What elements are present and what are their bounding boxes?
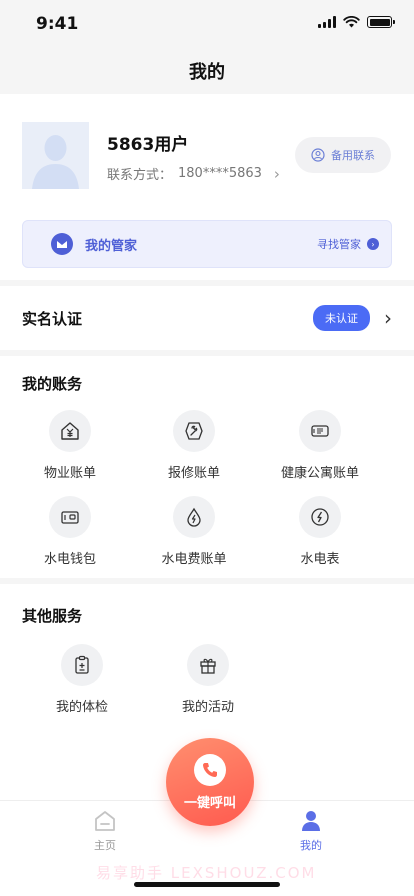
- wallet-icon: [49, 496, 91, 538]
- lightning-icon: [299, 496, 341, 538]
- tab-home-label: 主页: [94, 839, 116, 852]
- other-item-checkup[interactable]: 我的体检: [12, 644, 152, 715]
- realname-label: 实名认证: [22, 309, 83, 328]
- water-drop-icon: [173, 496, 215, 538]
- realname-row[interactable]: 实名认证 未认证 ›: [0, 286, 414, 350]
- user-contact[interactable]: 联系方式： 180****5863 ›: [107, 164, 280, 184]
- status-time: 9:41: [36, 14, 79, 34]
- watermark: 易享助手 LEXSHOUZ.COM: [96, 864, 317, 882]
- account-item-label: 水电钱包: [43, 552, 96, 567]
- phone-icon: [194, 753, 226, 786]
- other-item-activities[interactable]: 我的活动: [138, 644, 278, 715]
- nav-bar: 我的: [0, 48, 414, 94]
- account-item-utility-bill[interactable]: 水电费账单: [124, 496, 264, 567]
- wrench-icon: [173, 410, 215, 452]
- account-item-label: 报修账单: [167, 466, 220, 481]
- one-key-call-label: 一键呼叫: [183, 795, 236, 811]
- butler-banner[interactable]: 我的管家 寻找管家 ›: [22, 220, 392, 268]
- account-item-utility-meter[interactable]: 水电表: [250, 496, 390, 567]
- backup-contact-label: 备用联系: [331, 149, 375, 162]
- arrow-circle-icon: ›: [367, 238, 379, 250]
- account-item-property-bill[interactable]: 物业账单: [0, 410, 140, 481]
- account-item-apartment-bill[interactable]: 健康公寓账单: [250, 410, 390, 481]
- chevron-right-icon: ›: [384, 306, 392, 330]
- status-icons: [318, 16, 395, 28]
- other-item-label: 我的体检: [55, 700, 108, 715]
- tab-mine-label: 我的: [300, 839, 322, 852]
- find-butler-label: 寻找管家: [317, 238, 361, 251]
- home-icon: [95, 811, 115, 831]
- find-butler-link[interactable]: 寻找管家 ›: [317, 236, 379, 252]
- tab-mine[interactable]: 我的: [261, 809, 361, 853]
- account-item-label: 健康公寓账单: [280, 466, 359, 481]
- gift-icon: [187, 644, 229, 686]
- backup-contact-button[interactable]: 备用联系: [295, 137, 391, 173]
- butler-icon: [51, 233, 73, 255]
- card-icon: [299, 410, 341, 452]
- account-item-repair-bill[interactable]: 报修账单: [124, 410, 264, 481]
- user-name: 5863用户: [107, 135, 189, 155]
- account-item-label: 物业账单: [43, 466, 96, 481]
- page-title: 我的: [189, 62, 225, 83]
- account-item-label: 水电费账单: [161, 552, 227, 567]
- other-services-title: 其他服务: [22, 607, 83, 625]
- clipboard-icon: [61, 644, 103, 686]
- account-item-utility-wallet[interactable]: 水电钱包: [0, 496, 140, 567]
- contact-value: 180****5863: [178, 166, 262, 181]
- user-circle-icon: [311, 148, 325, 162]
- home-indicator: [134, 882, 280, 887]
- user-icon: [302, 811, 320, 831]
- contact-label: 联系方式：: [107, 168, 173, 183]
- avatar[interactable]: [22, 122, 89, 189]
- battery-icon: [367, 16, 395, 28]
- wifi-icon: [343, 16, 360, 28]
- avatar-placeholder-icon: [32, 135, 79, 189]
- one-key-call-button[interactable]: 一键呼叫: [166, 738, 254, 826]
- signal-icon: [318, 16, 336, 28]
- house-yen-icon: [49, 410, 91, 452]
- status-bar: 9:41: [0, 0, 414, 48]
- account-section: 我的账务 物业账单 报修账单 健康公寓账单 水电钱包 水电费账单 水电表: [0, 356, 414, 578]
- chevron-right-icon: ›: [273, 164, 280, 183]
- account-item-label: 水电表: [300, 552, 340, 567]
- tab-home[interactable]: 主页: [55, 809, 155, 853]
- account-section-title: 我的账务: [22, 375, 83, 393]
- other-item-label: 我的活动: [181, 700, 234, 715]
- status-badge: 未认证: [313, 305, 370, 331]
- butler-title: 我的管家: [85, 238, 138, 254]
